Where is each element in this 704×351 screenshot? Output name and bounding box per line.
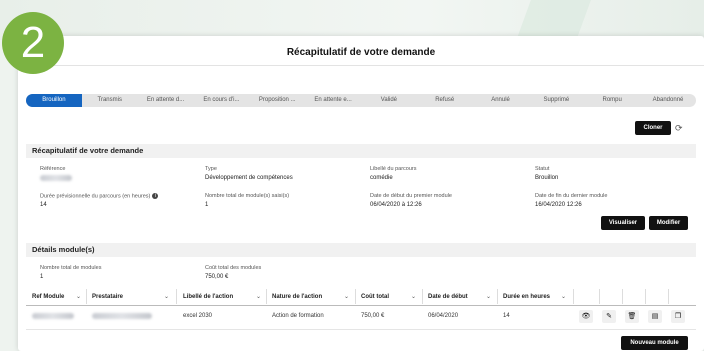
column-divider xyxy=(599,289,600,304)
step-en-cours[interactable]: En cours d'i... xyxy=(193,94,249,107)
step-number-badge: 2 xyxy=(2,12,64,74)
step-en-attente-e[interactable]: En attente e... xyxy=(305,94,361,107)
step-supprime[interactable]: Supprimé xyxy=(528,94,584,107)
step-transmis[interactable]: Transmis xyxy=(82,94,138,107)
step-brouillon[interactable]: Brouillon xyxy=(26,94,82,107)
refresh-icon[interactable]: ⟳ xyxy=(675,123,683,134)
column-divider xyxy=(622,289,623,304)
clone-button[interactable]: Cloner xyxy=(635,121,671,135)
type-value: Développement de compétences xyxy=(205,175,293,181)
col-date-debut[interactable]: Date de début xyxy=(428,294,468,300)
trash-icon[interactable]: 🗑 xyxy=(625,310,639,323)
chevron-down-icon[interactable]: ⌄ xyxy=(411,293,416,300)
date-debut-label: Date de début du premier module xyxy=(370,193,452,199)
status-stepper: Brouillon Transmis En attente d... En co… xyxy=(26,94,696,107)
col-nature[interactable]: Nature de l'action xyxy=(272,294,322,300)
total-modules-label: Nombre total de modules xyxy=(40,265,102,271)
col-libelle[interactable]: Libellé de l'action xyxy=(183,294,233,300)
info-icon[interactable]: i xyxy=(152,193,159,199)
duree-label: Durée prévisionnelle du parcours (en heu… xyxy=(40,193,159,200)
visualiser-button[interactable]: Visualiser xyxy=(601,216,645,230)
column-divider xyxy=(176,289,177,304)
reference-value-redacted xyxy=(40,175,72,181)
copy-icon[interactable]: ❐ xyxy=(671,310,685,323)
column-divider xyxy=(497,289,498,304)
row-libelle: excel 2030 xyxy=(183,313,213,319)
new-module-button[interactable]: Nouveau module xyxy=(621,336,688,350)
type-label: Type xyxy=(205,166,217,172)
chevron-down-icon[interactable]: ⌄ xyxy=(164,293,169,300)
date-fin-value: 16/04/2020 12:26 xyxy=(535,202,582,208)
nb-modules-value: 1 xyxy=(205,202,209,208)
step-refuse[interactable]: Refusé xyxy=(417,94,473,107)
duree-label-text: Durée prévisionnelle du parcours (en heu… xyxy=(40,193,151,200)
ref-module-redacted xyxy=(32,313,74,319)
row-cout: 750,00 € xyxy=(361,313,385,319)
prestataire-redacted xyxy=(92,313,152,319)
summary-section-heading: Récapitulatif de votre demande xyxy=(26,144,696,158)
date-fin-label: Date de fin du dernier module xyxy=(535,193,608,199)
step-annule[interactable]: Annulé xyxy=(473,94,529,107)
row-duree: 14 xyxy=(503,313,510,319)
step-en-attente-d[interactable]: En attente d... xyxy=(138,94,194,107)
table-header-line xyxy=(26,305,696,306)
step-proposition[interactable]: Proposition ... xyxy=(249,94,305,107)
column-divider xyxy=(86,289,87,304)
chevron-down-icon[interactable]: ⌄ xyxy=(76,293,81,300)
chevron-down-icon[interactable]: ⌄ xyxy=(561,293,566,300)
col-cout[interactable]: Coût total xyxy=(361,294,389,300)
column-divider xyxy=(266,289,267,304)
reference-label: Référence xyxy=(40,166,66,172)
row-date: 06/04/2020 xyxy=(428,313,459,319)
cout-total-value: 750,00 € xyxy=(205,274,229,280)
modifier-button[interactable]: Modifier xyxy=(649,216,688,230)
step-rompu[interactable]: Rompu xyxy=(584,94,640,107)
chevron-down-icon[interactable]: ⌄ xyxy=(486,293,491,300)
chevron-down-icon[interactable]: ⌄ xyxy=(256,293,261,300)
column-divider xyxy=(422,289,423,304)
col-prestataire[interactable]: Prestataire xyxy=(92,294,123,300)
step-valide[interactable]: Validé xyxy=(361,94,417,107)
panel-title: Récapitulatif de votre demande xyxy=(18,36,704,66)
summary-panel: Récapitulatif de votre demande Brouillon… xyxy=(18,36,704,351)
col-duree[interactable]: Durée en heures xyxy=(503,294,550,300)
libelle-value: comédie xyxy=(370,175,393,181)
chevron-down-icon[interactable]: ⌄ xyxy=(344,293,349,300)
statut-value: Brouillon xyxy=(535,175,559,181)
libelle-label: Libellé du parcours xyxy=(370,166,417,172)
date-debut-value: 06/04/2020 à 12:26 xyxy=(370,202,422,208)
table-row-line xyxy=(26,329,696,330)
col-ref-module[interactable]: Ref Module xyxy=(32,294,64,300)
page-background xyxy=(0,0,704,40)
pencil-icon[interactable]: ✎ xyxy=(602,310,616,323)
eye-icon[interactable]: 👁 xyxy=(579,310,593,323)
column-divider xyxy=(355,289,356,304)
column-divider xyxy=(668,289,669,304)
column-divider xyxy=(645,289,646,304)
cout-total-label: Coût total des modules xyxy=(205,265,262,271)
total-modules-value: 1 xyxy=(40,274,44,280)
nb-modules-label: Nombre total de module(s) saisi(s) xyxy=(205,193,290,199)
modules-section-heading: Détails module(s) xyxy=(26,243,696,257)
document-icon[interactable]: ▤ xyxy=(648,310,662,323)
step-abandonne[interactable]: Abandonné xyxy=(640,94,696,107)
column-divider xyxy=(573,289,574,304)
duree-value: 14 xyxy=(40,202,47,208)
statut-label: Statut xyxy=(535,166,550,172)
row-nature: Action de formation xyxy=(272,313,324,319)
